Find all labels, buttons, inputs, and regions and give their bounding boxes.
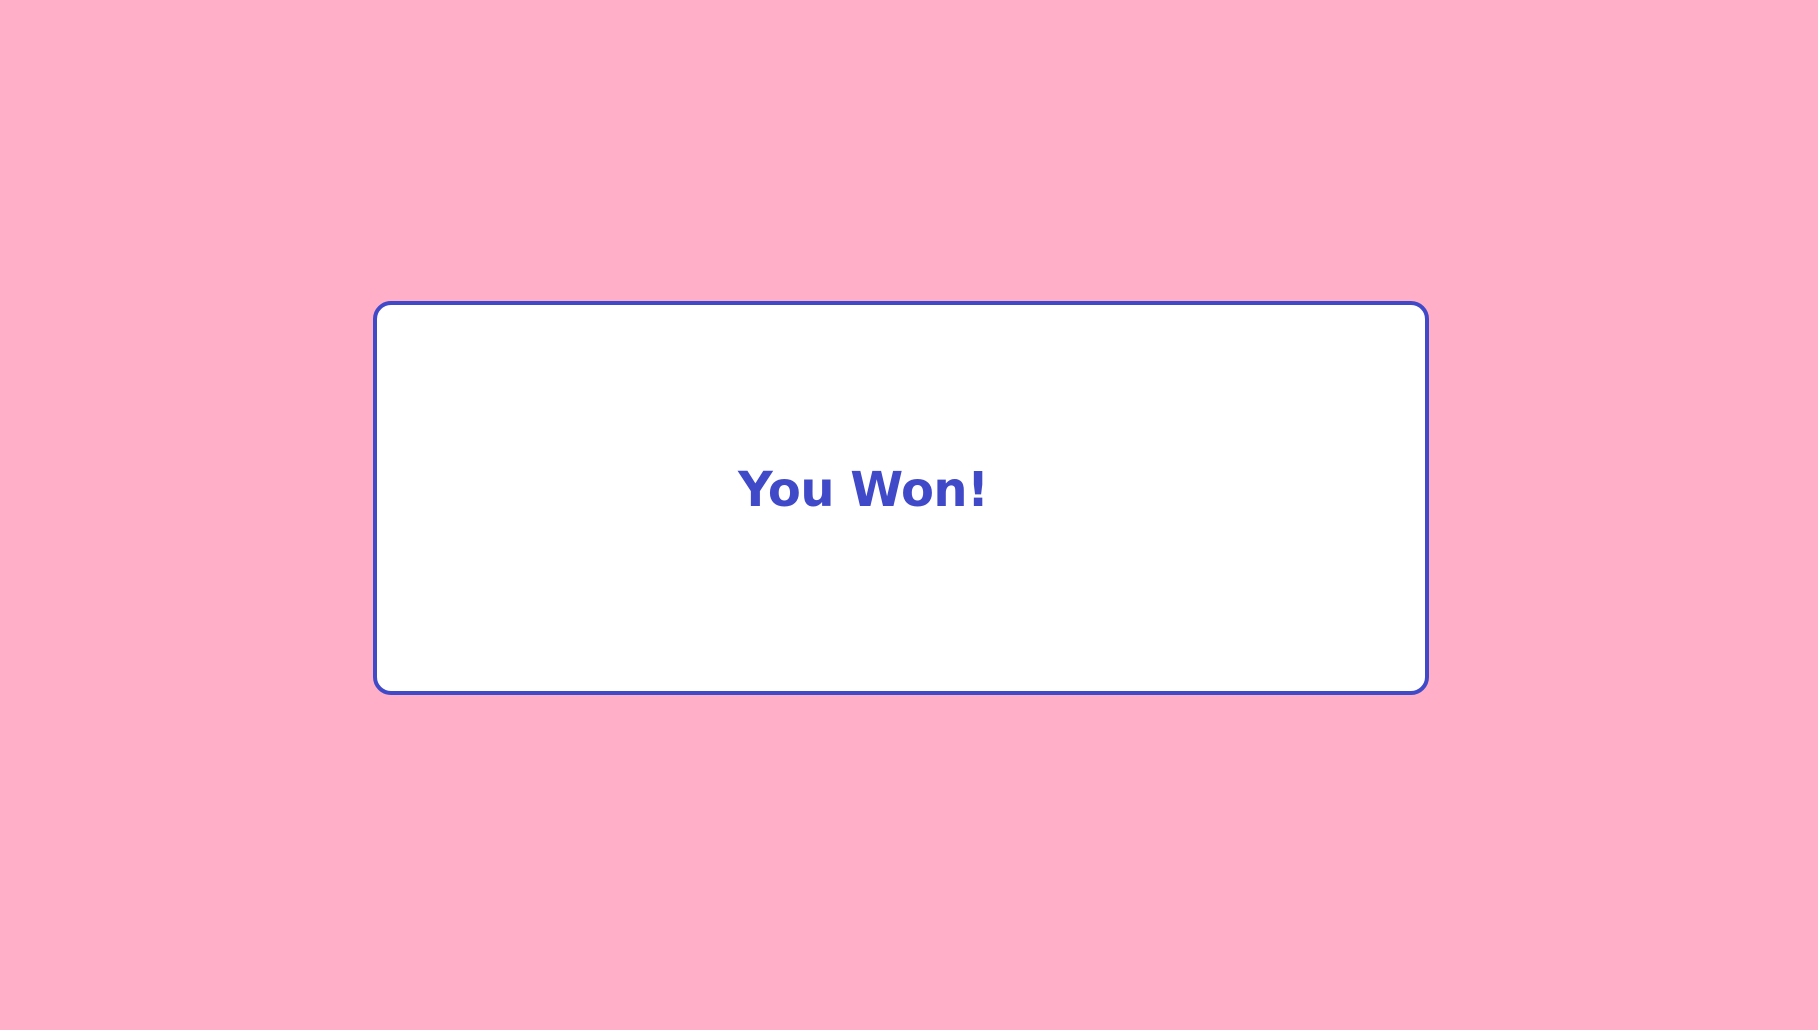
win-message: You Won! [738,462,989,518]
